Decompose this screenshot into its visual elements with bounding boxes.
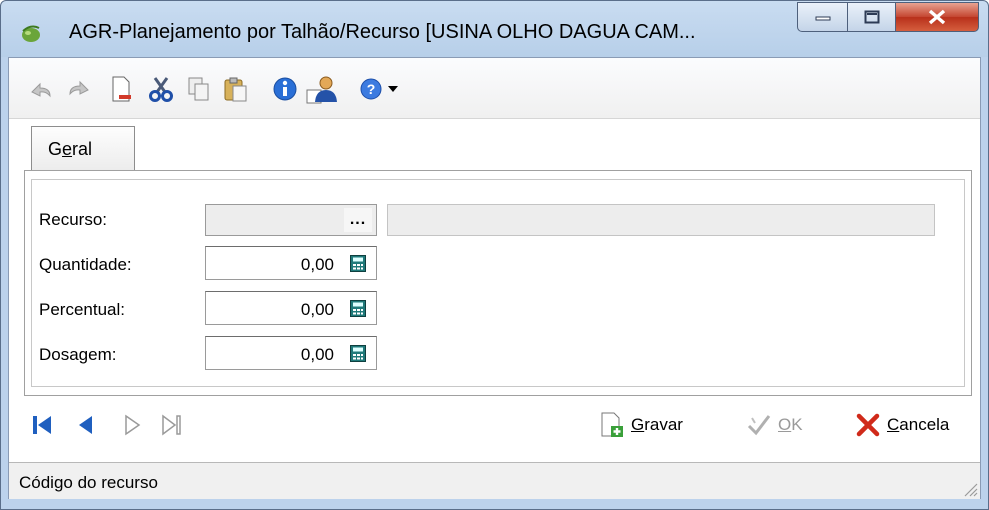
calculator-icon[interactable] (350, 255, 366, 272)
dropdown-arrow-icon (388, 86, 398, 92)
delete-document-icon (112, 76, 131, 102)
redo-icon (69, 80, 89, 96)
ok-button[interactable]: OK (746, 410, 803, 440)
cut-icon (149, 77, 173, 102)
calculator-icon[interactable] (350, 345, 366, 362)
minimize-icon (815, 16, 830, 21)
close-icon (928, 9, 946, 25)
undo-icon (31, 82, 51, 98)
next-record-icon[interactable] (121, 413, 143, 437)
svg-text:?: ? (367, 81, 376, 97)
copy-icon (188, 77, 209, 101)
resize-grip-icon[interactable] (960, 479, 978, 497)
recurso-label: Recurso: (39, 210, 108, 229)
percentual-label: Percentual: (39, 300, 125, 319)
app-leaf-icon (22, 25, 40, 42)
maximize-icon (864, 10, 879, 24)
paste-icon (224, 77, 247, 102)
toolbar: ? (9, 58, 980, 119)
previous-record-icon[interactable] (75, 413, 97, 437)
maximize-button[interactable] (847, 2, 895, 32)
delete-document-button[interactable] (107, 76, 135, 102)
main-window: AGR-Planejamento por Talhão/Recurso [USI… (0, 0, 989, 510)
gravar-label: Gravar (631, 415, 683, 434)
first-record-icon[interactable] (31, 413, 53, 437)
percentual-input[interactable]: 0,00 (205, 291, 377, 325)
paste-button[interactable] (221, 76, 251, 102)
cancela-button[interactable]: Cancela (855, 410, 949, 440)
dosagem-label: Dosagem: (39, 345, 117, 364)
recurso-description-field (387, 204, 935, 236)
quantidade-label: Quantidade: (39, 255, 132, 274)
undo-button[interactable] (27, 76, 55, 102)
gravar-button[interactable]: Gravar (599, 410, 683, 440)
help-icon: ? (360, 78, 382, 100)
copy-button[interactable] (185, 76, 213, 102)
client-area: ? Geral Recurso: ... Quantidade: 0,00 Pe… (8, 57, 981, 499)
info-icon (273, 77, 297, 101)
help-dropdown-button[interactable] (385, 76, 401, 102)
user-icon (306, 76, 337, 104)
cancel-x-icon (856, 413, 880, 437)
recurso-lookup-button[interactable]: ... (344, 208, 372, 232)
cut-button[interactable] (145, 76, 177, 102)
status-text: Código do recurso (19, 473, 158, 492)
window-controls (797, 2, 979, 32)
check-icon (747, 415, 771, 436)
percentual-value: 0,00 (300, 300, 334, 319)
tab-geral[interactable]: Geral (31, 126, 135, 171)
navigation-bar: Gravar OK Cancela (9, 398, 980, 453)
ok-label: OK (778, 415, 803, 434)
window-title: AGR-Planejamento por Talhão/Recurso [USI… (69, 21, 696, 43)
tab-geral-label: Geral (48, 138, 93, 159)
redo-button[interactable] (65, 76, 93, 102)
user-button[interactable] (305, 76, 341, 104)
minimize-button[interactable] (797, 2, 847, 32)
close-button[interactable] (895, 2, 979, 32)
last-record-icon[interactable] (161, 413, 183, 437)
help-button[interactable]: ? (357, 76, 385, 102)
dosagem-value: 0,00 (300, 345, 334, 364)
calculator-icon[interactable] (350, 300, 366, 317)
dosagem-input[interactable]: 0,00 (205, 336, 377, 370)
status-bar: Código do recurso (9, 462, 980, 499)
recurso-code-field[interactable]: ... (205, 204, 377, 236)
quantidade-input[interactable]: 0,00 (205, 246, 377, 280)
info-button[interactable] (271, 76, 299, 102)
title-bar[interactable]: AGR-Planejamento por Talhão/Recurso [USI… (1, 1, 988, 57)
cancela-label: Cancela (887, 415, 950, 434)
quantidade-value: 0,00 (300, 255, 334, 274)
save-document-icon (601, 412, 623, 437)
